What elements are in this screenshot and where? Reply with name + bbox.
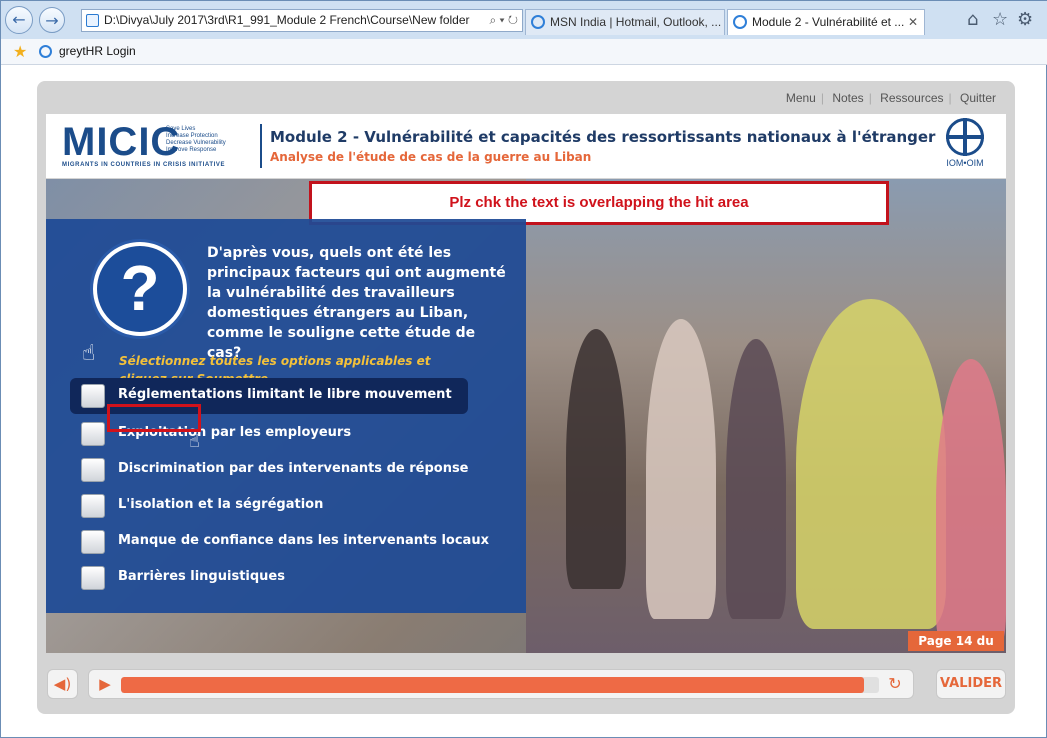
quit-link[interactable]: Quitter <box>955 91 1001 105</box>
question-mark-icon: ? <box>90 239 190 339</box>
option-label: L'isolation et la ségrégation <box>118 497 324 512</box>
micic-tagline: Save Lives Increase Protection Decrease … <box>166 126 226 153</box>
favorite-link-greythr[interactable]: greytHR Login <box>59 44 136 58</box>
slide-stage: Plz chk the text is overlapping the hit … <box>46 179 1006 653</box>
ie-icon <box>39 45 52 58</box>
favorites-bar: ★ greytHR Login <box>1 39 1047 65</box>
page-icon <box>86 14 99 27</box>
page-indicator: Page 14 du 25 <box>908 631 1004 651</box>
tab-module[interactable]: Module 2 - Vulnérabilité et ... ✕ <box>727 9 925 35</box>
resources-link[interactable]: Ressources <box>875 91 948 105</box>
question-text: D'après vous, quels ont été les principa… <box>207 245 506 361</box>
checkbox[interactable] <box>81 422 105 446</box>
iom-globe-icon <box>946 118 984 156</box>
module-title: Module 2 - Vulnérabilité et capacités de… <box>270 128 936 146</box>
hand-cursor-icon: ☝ <box>189 431 200 452</box>
notes-link[interactable]: Notes <box>827 91 868 105</box>
menu-link[interactable]: Menu <box>781 91 821 105</box>
tab-label: MSN India | Hotmail, Outlook, ... <box>550 15 722 29</box>
gear-icon[interactable]: ⚙ <box>1017 9 1033 30</box>
pointer-hand-icon: ☝ <box>82 341 96 366</box>
home-icon[interactable]: ⌂ <box>967 9 978 30</box>
forward-arrow-icon[interactable]: → <box>39 7 65 33</box>
checkbox[interactable] <box>81 530 105 554</box>
back-arrow-icon[interactable]: ← <box>5 6 33 34</box>
tab-label: Module 2 - Vulnérabilité et ... <box>752 15 905 29</box>
browser-tab-bar: ← → D:\Divya\July 2017\3rd\R1_991_Module… <box>1 1 1047 39</box>
header-divider <box>260 124 262 168</box>
audio-button[interactable]: ◀) <box>47 669 78 699</box>
ie-icon <box>733 15 747 29</box>
option-label: Manque de confiance dans les intervenant… <box>118 533 489 548</box>
play-icon[interactable]: ▶ <box>95 674 115 694</box>
option-label: Discrimination par des intervenants de r… <box>118 461 469 476</box>
course-header: MICIC Save Lives Increase Protection Dec… <box>46 114 1006 178</box>
progress-fill <box>121 677 864 693</box>
module-subtitle: Analyse de l'étude de cas de la guerre a… <box>270 150 592 164</box>
top-menu: Menu | Notes | Ressources | Quitter <box>781 91 1001 105</box>
browser-window: ← → D:\Divya\July 2017\3rd\R1_991_Module… <box>0 0 1047 738</box>
checkbox[interactable] <box>81 494 105 518</box>
checkbox[interactable] <box>81 384 105 408</box>
close-tab-icon[interactable]: ✕ <box>908 10 918 34</box>
checkbox[interactable] <box>81 458 105 482</box>
playback-bar: ▶ ↻ <box>88 669 914 699</box>
checkbox[interactable] <box>81 566 105 590</box>
option-4[interactable]: L'isolation et la ségrégation <box>70 488 468 524</box>
option-3[interactable]: Discrimination par des intervenants de r… <box>70 452 469 488</box>
add-favorite-star-icon[interactable]: ★ <box>13 42 27 62</box>
question-panel: ? D'après vous, quels ont été les princi… <box>46 219 526 613</box>
search-refresh-icon[interactable]: ⌕ ▾ ↻ <box>489 10 518 31</box>
address-bar[interactable]: D:\Divya\July 2017\3rd\R1_991_Module 2 F… <box>81 9 523 32</box>
option-6[interactable]: Barrières linguistiques <box>70 560 468 596</box>
progress-track[interactable] <box>121 677 879 693</box>
replay-icon[interactable]: ↻ <box>885 674 905 694</box>
submit-button[interactable]: VALIDER <box>936 669 1006 699</box>
favorites-star-icon[interactable]: ☆ <box>992 9 1008 30</box>
course-player: Menu | Notes | Ressources | Quitter MICIC S… <box>37 81 1015 714</box>
option-5[interactable]: Manque de confiance dans les intervenant… <box>70 524 489 560</box>
ie-icon <box>531 15 545 29</box>
iom-logo: IOM•OIM <box>940 118 990 174</box>
micic-subtitle: MIGRANTS IN COUNTRIES IN CRISIS INITIATI… <box>62 162 226 168</box>
tab-msn[interactable]: MSN India | Hotmail, Outlook, ... <box>525 9 725 35</box>
annotation-highlight-box <box>107 404 201 432</box>
option-label: Réglementations limitant le libre mouvem… <box>118 387 452 402</box>
speaker-icon: ◀) <box>53 675 72 693</box>
option-label: Barrières linguistiques <box>118 569 285 584</box>
address-text: D:\Divya\July 2017\3rd\R1_991_Module 2 F… <box>104 13 470 27</box>
micic-logo: MICIC <box>62 120 181 164</box>
